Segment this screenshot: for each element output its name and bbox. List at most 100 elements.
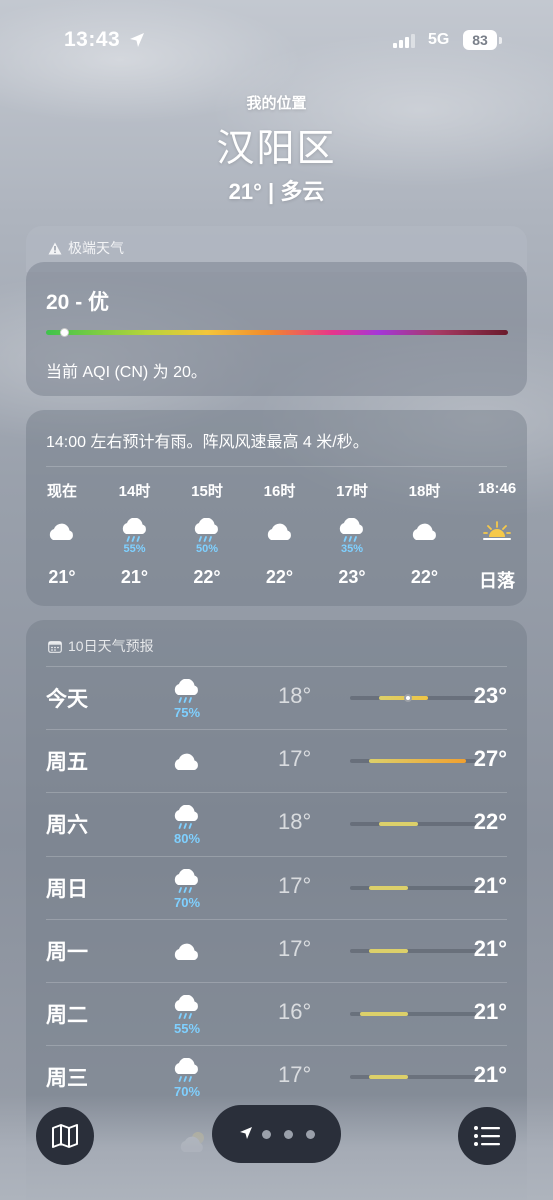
temp-range-bar [350,1012,476,1016]
precip-chance: 55% [173,1021,201,1036]
precip-chance: 75% [173,705,201,720]
alert-label: 极端天气 [68,240,124,256]
network-type: 5G [428,31,450,48]
day-name: 周一 [46,940,88,964]
cloud-rain-icon [335,517,369,544]
cloud-icon [45,518,79,544]
map-icon [52,1124,78,1148]
precip-chance [467,543,527,557]
precip-chance: 55% [123,543,146,555]
page-dot[interactable] [262,1130,271,1139]
hourly-forecast-card[interactable]: 14:00 左右预计有雨。阵风风速最高 4 米/秒。 现在 21° 14时 55% 21… [26,410,527,606]
forecast-day-row[interactable]: 周二 55% 16° 21° [46,982,507,1045]
forecast-day-row[interactable]: 周六 80% 18° 22° [46,792,507,855]
current-temp-dot [404,694,413,702]
cloud-rain-icon [170,678,204,705]
aqi-description: 当前 AQI (CN) 为 20。 [46,364,207,381]
precip-chance [250,543,310,557]
temp-range-fill [369,1075,409,1080]
low-temp: 16° [278,999,312,1024]
hourly-item: 现在 21° [32,480,92,588]
status-bar: 13:43 5G 83 [0,28,553,56]
hour-temp: 23° [338,567,366,587]
temp-range-fill [359,1012,409,1016]
temp-range-bar [350,759,476,764]
cloud-rain-icon [170,804,204,831]
sunset-icon [480,518,514,544]
precip-chance [395,543,455,557]
precip-chance: 70% [173,894,201,910]
battery-icon: 83 [463,30,497,50]
status-time: 13:43 [64,28,121,51]
hourly-item: 16时 22° [250,480,310,588]
hour-temp: 日落 [479,571,515,591]
cloud-icon [263,518,297,544]
high-temp: 21° [473,935,507,961]
location-pager[interactable] [212,1105,341,1163]
forecast-day-row[interactable]: 周日 70% 17° 21° [46,855,507,919]
temp-range-fill [369,759,467,764]
cloud-icon [170,748,204,774]
list-icon [474,1126,500,1146]
air-quality-card[interactable]: 20 - 优 当前 AQI (CN) 为 20。 [26,262,527,396]
city-name: 汉阳区 [216,128,337,170]
hour-label: 18:46 [477,480,517,497]
battery-tip [499,37,502,44]
day-name: 周日 [46,877,88,901]
temp-range-bar [350,694,476,702]
high-temp: 21° [473,999,507,1024]
hourly-item: 17时 35% 23° [322,480,382,588]
hourly-summary: 14:00 左右预计有雨。阵风风速最高 4 米/秒。 [46,434,369,451]
hour-label: 现在 [46,483,77,500]
day-name: 周六 [46,814,88,838]
cloud-icon [408,518,442,544]
cloud-rain-icon [118,517,152,544]
cloud-rain-icon [170,868,204,895]
day-name: 周五 [46,751,88,775]
high-temp: 23° [473,683,507,708]
precip-chance: 35% [340,543,364,555]
hour-temp: 21° [48,567,76,587]
current-condition: 21° | 多云 [228,179,325,204]
low-temp: 17° [278,872,312,898]
hour-temp: 22° [193,567,221,587]
location-subtitle: 我的位置 [246,95,307,112]
temp-range-bar [350,948,476,953]
high-temp: 27° [473,746,507,772]
forecast-day-row[interactable]: 今天 75% 18° 23° [46,666,507,729]
location-arrow-icon [240,1127,252,1139]
page-dot[interactable] [306,1130,315,1139]
forecast-day-row[interactable]: 周一 17° 21° [46,918,507,982]
signal-icon [393,34,415,48]
map-button[interactable] [36,1107,94,1165]
temp-range-fill [369,948,409,953]
low-temp: 18° [278,683,312,708]
temp-range-fill [379,822,418,827]
precip-chance [32,543,92,557]
hourly-item: 14时 55% 21° [105,480,165,588]
cloud-rain-icon [170,994,204,1021]
calendar-icon [48,640,62,653]
low-temp: 17° [278,746,312,772]
temp-range-bar [350,885,476,890]
hourly-item: 18:46 日落 [467,480,527,593]
day-name: 周二 [46,1004,88,1027]
low-temp: 17° [278,1062,312,1088]
temp-range-fill [369,885,409,890]
day-name: 周三 [46,1067,88,1091]
aqi-indicator [59,328,69,337]
hour-temp: 22° [410,567,439,587]
high-temp: 21° [473,872,507,898]
page-dot[interactable] [284,1130,293,1139]
cloud-rain-icon [170,1057,204,1084]
hourly-item: 18时 22° [395,480,455,588]
hour-label: 18时 [408,483,441,500]
temp-range-bar [350,822,476,827]
list-button[interactable] [458,1107,516,1165]
hour-label: 15时 [191,483,223,500]
hour-label: 14时 [118,483,151,500]
forecast-day-row[interactable]: 周五 17° 27° [46,729,507,792]
precip-chance: 50% [195,543,219,555]
high-temp: 22° [473,809,507,835]
hour-label: 16时 [263,483,296,500]
